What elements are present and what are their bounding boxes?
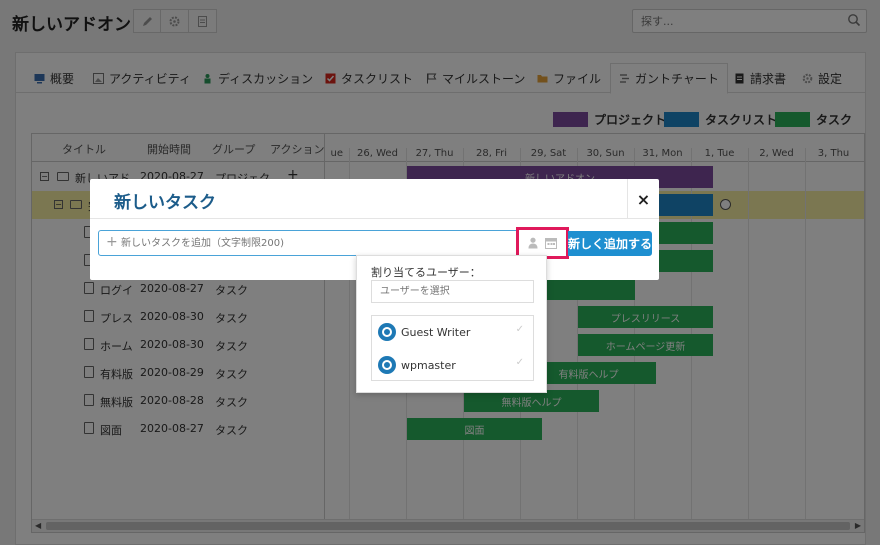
check-icon: ✓ <box>515 357 524 368</box>
assign-user-dropdown: 割り当てるユーザー： Guest Writer ✓ wpmaster ✓ <box>356 255 547 393</box>
check-icon: ✓ <box>515 324 524 335</box>
avatar <box>378 356 396 374</box>
assign-title: 割り当てるユーザー： <box>371 266 481 279</box>
user-icon[interactable] <box>528 237 538 249</box>
avatar <box>378 323 396 341</box>
user-search-box <box>371 280 534 303</box>
task-input-box: + <box>98 230 568 256</box>
plus-icon: + <box>106 234 118 250</box>
modal-title: 新しいタスク <box>114 193 216 213</box>
add-task-button[interactable]: 新しく追加する <box>568 231 652 256</box>
user-option[interactable]: Guest Writer ✓ <box>378 322 528 342</box>
user-search-input[interactable] <box>380 282 530 301</box>
modal-header: 新しいタスク × <box>90 179 659 219</box>
user-option[interactable]: wpmaster ✓ <box>378 355 528 375</box>
user-list: Guest Writer ✓ wpmaster ✓ <box>371 315 534 381</box>
close-button[interactable]: × <box>627 179 659 219</box>
close-icon: × <box>636 189 651 209</box>
calendar-icon[interactable] <box>545 237 557 249</box>
task-title-input[interactable] <box>121 235 541 252</box>
user-name: wpmaster <box>401 358 456 372</box>
user-name: Guest Writer <box>401 325 471 339</box>
